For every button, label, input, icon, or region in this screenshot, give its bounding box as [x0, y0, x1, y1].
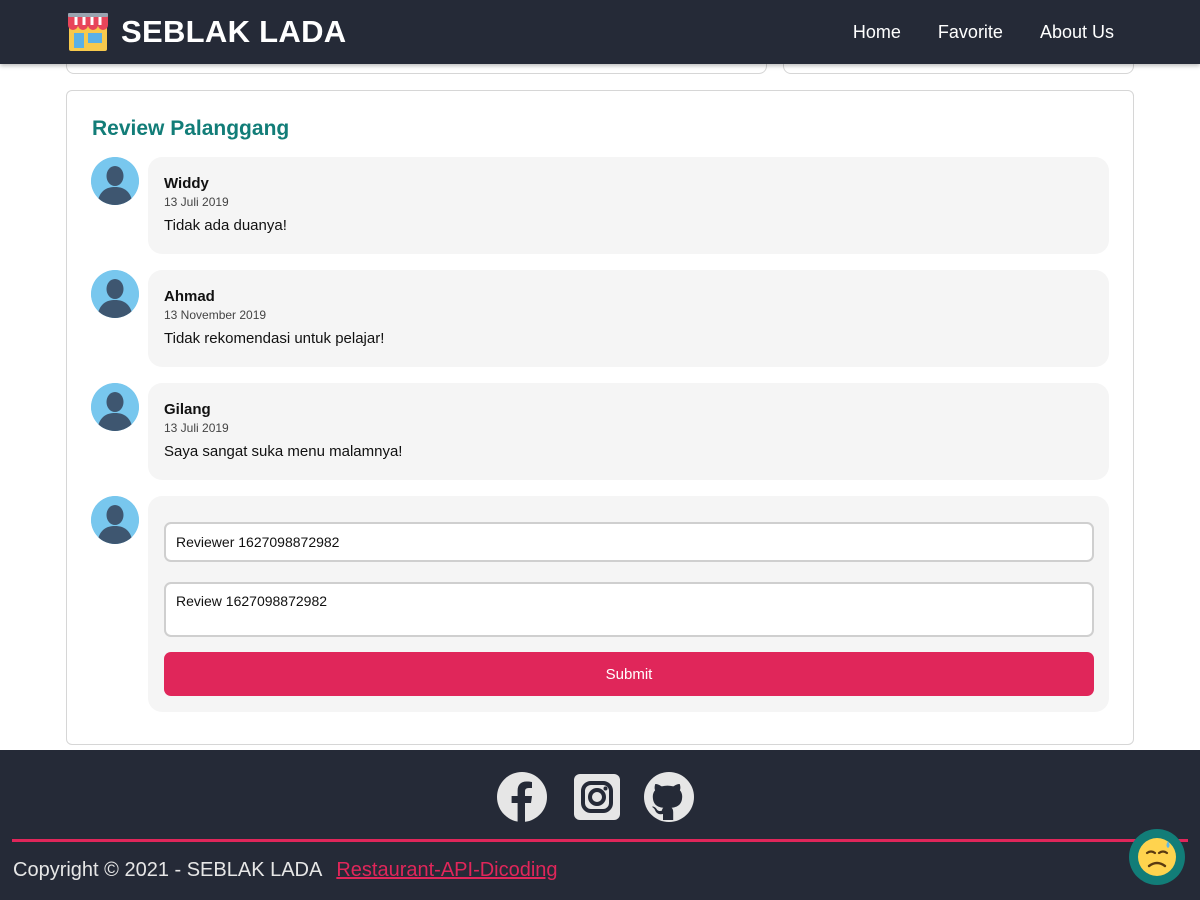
avatar — [91, 157, 139, 205]
user-avatar-icon — [91, 157, 139, 205]
review-bubble: Widdy 13 Juli 2019 Tidak ada duanya! — [148, 157, 1109, 254]
reviewer-name: Widdy — [164, 175, 209, 192]
reviewer-name: Ahmad — [164, 288, 215, 305]
avatar — [91, 496, 139, 544]
review-date: 13 Juli 2019 — [164, 195, 229, 209]
user-avatar-icon — [91, 270, 139, 318]
main-nav: Home Favorite About Us — [816, 0, 1114, 64]
restaurant-api-link[interactable]: Restaurant-API-Dicoding — [336, 859, 557, 882]
nav-home-link[interactable]: Home — [853, 22, 901, 43]
review-date: 13 November 2019 — [164, 308, 267, 322]
social-links — [496, 771, 715, 823]
nav-favorite-link[interactable]: Favorite — [938, 22, 1003, 43]
review-section-title: Review Palanggang — [92, 117, 290, 140]
sad-face-icon — [1138, 838, 1176, 876]
user-avatar-icon — [91, 383, 139, 431]
review-form: Review 1627098872982 Submit — [148, 496, 1109, 712]
footer-divider — [12, 839, 1188, 842]
reviewer-name-input[interactable] — [164, 522, 1094, 562]
facebook-icon[interactable] — [496, 771, 548, 823]
store-icon — [68, 13, 108, 51]
review-bubble: Ahmad 13 November 2019 Tidak rekomendasi… — [148, 270, 1109, 367]
review-text: Tidak rekomendasi untuk pelajar! — [164, 330, 385, 347]
review-date: 13 Juli 2019 — [164, 421, 229, 435]
avatar — [91, 270, 139, 318]
review-bubble: Gilang 13 Juli 2019 Saya sangat suka men… — [148, 383, 1109, 480]
avatar — [91, 383, 139, 431]
user-avatar-icon — [91, 496, 139, 544]
brand-title: SEBLAK LADA — [121, 14, 347, 49]
reviewer-name: Gilang — [164, 401, 211, 418]
copyright: Copyright © 2021 - SEBLAK LADA Restauran… — [13, 859, 558, 882]
nav-about-link[interactable]: About Us — [1040, 22, 1114, 43]
review-section: Review Palanggang Widdy 13 Juli 2019 Tid… — [66, 90, 1134, 745]
review-text: Saya sangat suka menu malamnya! — [164, 443, 403, 460]
footer: Copyright © 2021 - SEBLAK LADA Restauran… — [0, 750, 1200, 900]
github-icon[interactable] — [643, 771, 695, 823]
app-header: SEBLAK LADA Home Favorite About Us — [0, 0, 1200, 64]
review-text: Tidak ada duanya! — [164, 217, 287, 234]
copyright-text: Copyright © 2021 - SEBLAK LADA — [13, 859, 323, 881]
review-textarea[interactable]: Review 1627098872982 — [164, 582, 1094, 637]
brand[interactable]: SEBLAK LADA — [66, 12, 346, 52]
instagram-icon[interactable] — [571, 771, 623, 823]
submit-button[interactable]: Submit — [164, 652, 1094, 696]
floating-action-button[interactable] — [1129, 829, 1185, 885]
